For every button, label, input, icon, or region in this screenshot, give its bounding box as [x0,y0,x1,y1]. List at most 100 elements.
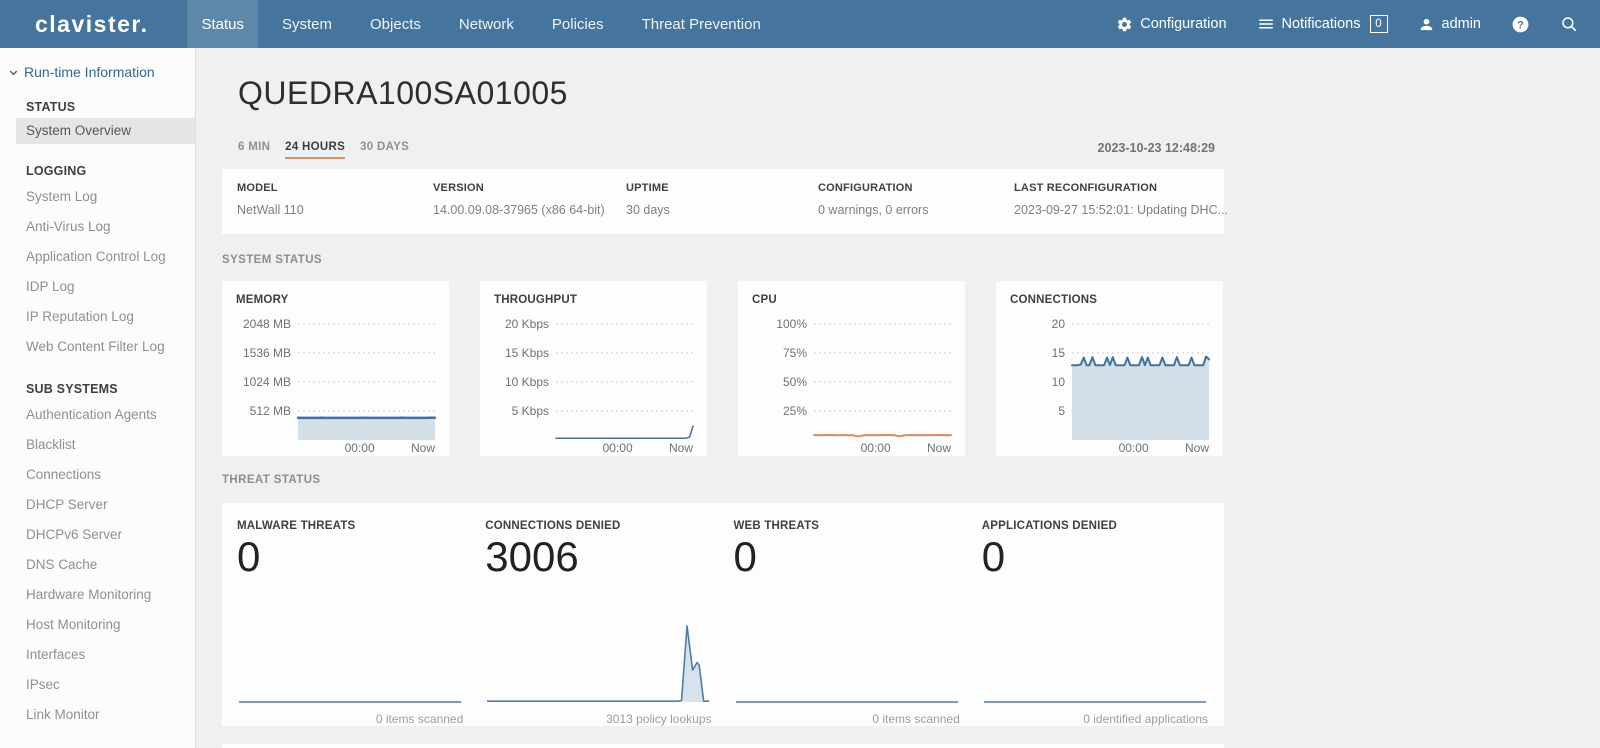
info-cell-version: VERSION14.00.09.08-37965 (x86 64-bit) [433,182,626,234]
threat-caption: 3013 policy lookups [485,712,711,726]
threat-panel-malware-threats: MALWARE THREATS 0 0 items scanned [237,520,463,726]
sidebar-item-anti-virus-log[interactable]: Anti-Virus Log [0,212,195,242]
nav-item-policies[interactable]: Policies [538,0,618,48]
svg-text:1024 MB: 1024 MB [243,375,291,389]
info-value: NetWall 110 [237,203,433,217]
help-icon: ? [1511,15,1530,34]
info-value: 14.00.09.08-37965 (x86 64-bit) [433,203,626,217]
search-button[interactable] [1560,15,1578,33]
svg-text:15 Kbps: 15 Kbps [505,346,549,360]
sidebar-item-dns-cache[interactable]: DNS Cache [0,550,195,580]
threat-caption: 0 items scanned [237,712,463,726]
nav-item-system[interactable]: System [268,0,346,48]
time-range-tab-30-days[interactable]: 30 DAYS [360,141,409,159]
sidebar-item-host-monitoring[interactable]: Host Monitoring [0,610,195,640]
connections-chart-svg: 201510500:00Now [1008,310,1213,454]
configuration-button[interactable]: Configuration [1116,16,1226,33]
sidebar-item-interfaces[interactable]: Interfaces [0,640,195,670]
sidebar-item-system-overview[interactable]: System Overview [16,118,195,144]
person-icon [1418,16,1435,33]
malware-threats-sparkline [237,618,463,710]
threat-label: APPLICATIONS DENIED [982,520,1208,532]
threat-panel-web-threats: WEB THREATS00 items scanned [734,520,960,726]
navbar-right: Configuration Notifications 0 admin ? [1116,0,1578,48]
connections-denied-sparkline [485,618,711,710]
threat-value: 0 [237,534,463,580]
svg-text:100%: 100% [776,317,807,331]
svg-text:2048 MB: 2048 MB [243,317,291,331]
memory-chart-svg: 2048 MB1536 MB1024 MB512 MB00:00Now [234,310,439,454]
current-timestamp: 2023-10-23 12:48:29 [1098,141,1215,155]
sidebar-item-system-log[interactable]: System Log [0,182,195,212]
svg-text:5: 5 [1058,404,1065,418]
threat-value: 0 [982,534,1208,580]
sidebar-root-label: Run-time Information [24,64,155,80]
svg-text:25%: 25% [783,404,807,418]
threat-caption: 0 identified applications [982,712,1208,726]
sidebar-item-dhcpv6-server[interactable]: DHCPv6 Server [0,520,195,550]
sidebar-item-connections[interactable]: Connections [0,460,195,490]
sidebar-section-sub-systems: SUB SYSTEMS [26,382,195,396]
svg-text:Now: Now [1185,441,1209,454]
svg-text:10: 10 [1052,375,1066,389]
svg-text:5 Kbps: 5 Kbps [512,404,549,418]
sidebar-item-application-control-log[interactable]: Application Control Log [0,242,195,272]
threat-panel-applications-denied: APPLICATIONS DENIED 0 0 identified applica… [982,520,1208,726]
svg-text:00:00: 00:00 [345,441,375,454]
sidebar-item-hardware-monitoring[interactable]: Hardware Monitoring [0,580,195,610]
time-range-tab-24-hours[interactable]: 24 HOURS [285,141,345,159]
svg-text:00:00: 00:00 [603,441,633,454]
sidebar-item-blacklist[interactable]: Blacklist [0,430,195,460]
sidebar-item-dhcp-server[interactable]: DHCP Server [0,490,195,520]
nav-item-status[interactable]: Status [187,0,258,48]
info-label: CONFIGURATION [818,182,1014,194]
svg-text:Now: Now [411,441,435,454]
nav-item-network[interactable]: Network [445,0,528,48]
clavister-logo: clavister. [35,0,148,48]
nav-item-threat-prevention[interactable]: Threat Prevention [628,0,775,48]
user-menu-button[interactable]: admin [1418,16,1482,33]
svg-text:Now: Now [927,441,951,454]
info-label: LAST RECONFIGURATION [1014,182,1242,194]
sidebar-item-ip-reputation-log[interactable]: IP Reputation Log [0,302,195,332]
help-button[interactable]: ? [1511,15,1530,34]
svg-text:00:00: 00:00 [1119,441,1149,454]
sidebar-item-web-content-filter-log[interactable]: Web Content Filter Log [0,332,195,362]
sidebar-section-status: STATUS [26,100,195,114]
applications-denied-sparkline [982,618,1208,710]
threat-label: WEB THREATS [734,520,960,532]
page-title: QUEDRA100SA01005 [238,75,1224,112]
threat-status-panel: MALWARE THREATS 0 0 items scanned CONNECTIO… [222,503,1224,726]
nav-item-objects[interactable]: Objects [356,0,435,48]
time-range-tab-group: 6 MIN 24 HOURS 30 DAYS [238,141,424,159]
chart-title: THROUGHPUT [494,294,707,306]
throughput-chart-svg: 20 Kbps15 Kbps10 Kbps5 Kbps00:00Now [492,310,697,454]
gear-icon [1116,16,1133,33]
svg-text:?: ? [1517,19,1524,31]
svg-text:20: 20 [1052,317,1066,331]
svg-text:20 Kbps: 20 Kbps [505,317,549,331]
threat-status-section-label: THREAT STATUS [222,474,1224,486]
notifications-button[interactable]: Notifications 0 [1257,15,1388,33]
cpu-chart-svg: 100%75%50%25%00:00Now [750,310,955,454]
sidebar-item-idp-log[interactable]: IDP Log [0,272,195,302]
info-value: 2023-09-27 15:52:01: Updating DHC... [1014,203,1242,217]
info-cell-configuration: CONFIGURATION0 warnings, 0 errors [818,182,1014,234]
sidebar-root-runtime-information[interactable]: Run-time Information [8,64,195,80]
sidebar-item-link-monitor[interactable]: Link Monitor [0,700,195,730]
time-range-tab-6-min[interactable]: 6 MIN [238,141,270,159]
sidebar-item-ipsec[interactable]: IPsec [0,670,195,700]
threat-panel-connections-denied: CONNECTIONS DENIED30063013 policy lookup… [485,520,711,726]
threat-value: 0 [734,534,960,580]
threat-label: CONNECTIONS DENIED [485,520,711,532]
svg-text:75%: 75% [783,346,807,360]
sidebar-item-authentication-agents[interactable]: Authentication Agents [0,400,195,430]
chart-title: CONNECTIONS [1010,294,1223,306]
time-range-tabs: 6 MIN 24 HOURS 30 DAYS 2023-10-23 12:48:29 [238,141,1224,158]
system-status-section-label: SYSTEM STATUS [222,254,1224,266]
system-chart-cpu: CPU100%75%50%25%00:00Now [738,281,965,456]
menu-lines-icon [1257,15,1275,33]
threat-label: MALWARE THREATS [237,520,463,532]
sidebar: Run-time Information STATUS System Overvi… [0,48,196,748]
svg-text:10 Kbps: 10 Kbps [505,375,549,389]
